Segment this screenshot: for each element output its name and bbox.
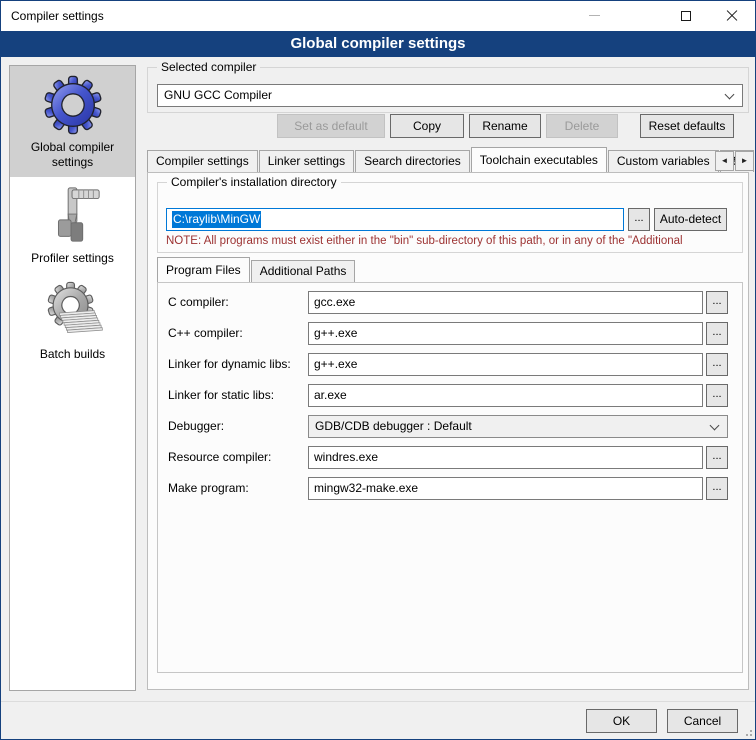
minimize-button[interactable] xyxy=(571,1,617,30)
toolchain-executables-panel: Compiler's installation directory C:\ray… xyxy=(147,172,749,690)
field-row-resource-compiler: Resource compiler: windres.exe ... xyxy=(158,446,742,469)
static-linker-input[interactable]: ar.exe xyxy=(308,384,703,407)
field-label: C compiler: xyxy=(168,291,308,314)
tab-additional-paths[interactable]: Additional Paths xyxy=(251,260,356,282)
directory-note: NOTE: All programs must exist either in … xyxy=(166,234,738,248)
c-compiler-browse-button[interactable]: ... xyxy=(706,291,728,314)
field-label: Resource compiler: xyxy=(168,446,308,469)
sidebar-item-batch-builds[interactable]: Batch builds xyxy=(10,273,135,369)
program-files-panel: C compiler: gcc.exe ... C++ compiler: g+… xyxy=(157,282,743,673)
close-icon xyxy=(726,10,738,22)
sidebar-item-label: Batch builds xyxy=(12,347,133,362)
compiler-select-value: GNU GCC Compiler xyxy=(164,88,272,102)
sidebar-item-profiler-settings[interactable]: Profiler settings xyxy=(10,177,135,273)
cancel-button[interactable]: Cancel xyxy=(667,709,738,733)
settings-tabstrip: Compiler settingsLinker settingsSearch d… xyxy=(147,150,755,173)
field-value: mingw32-make.exe xyxy=(314,481,418,495)
auto-detect-button[interactable]: Auto-detect xyxy=(654,208,727,231)
field-row-c-compiler: C compiler: gcc.exe ... xyxy=(158,291,742,314)
field-row-make-program: Make program: mingw32-make.exe ... xyxy=(158,477,742,500)
browse-directory-button[interactable]: ... xyxy=(628,208,650,231)
field-label: Linker for dynamic libs: xyxy=(168,353,308,376)
sidebar-item-label: Global compiler settings xyxy=(12,140,133,170)
c-compiler-input[interactable]: gcc.exe xyxy=(308,291,703,314)
field-value: ar.exe xyxy=(314,388,347,402)
rename-button[interactable]: Rename xyxy=(469,114,541,138)
caliper-icon xyxy=(42,185,104,247)
make-program-input[interactable]: mingw32-make.exe xyxy=(308,477,703,500)
cpp-compiler-browse-button[interactable]: ... xyxy=(706,322,728,345)
static-linker-browse-button[interactable]: ... xyxy=(706,384,728,407)
maximize-button[interactable] xyxy=(663,1,709,30)
tab-scroll-left-button[interactable]: ◄ xyxy=(715,151,734,171)
tab-scroll-buttons: ◄ ► xyxy=(714,151,754,171)
tab-scroll-left-icon: ◄ xyxy=(721,156,729,165)
field-row-dynamic-linker: Linker for dynamic libs: g++.exe ... xyxy=(158,353,742,376)
selected-compiler-legend: Selected compiler xyxy=(157,60,260,75)
delete-button[interactable]: Delete xyxy=(546,114,618,138)
field-row-cpp-compiler: C++ compiler: g++.exe ... xyxy=(158,322,742,345)
chevron-down-icon xyxy=(725,90,735,100)
tab-scroll-right-button[interactable]: ► xyxy=(735,151,754,171)
tab-custom-variables[interactable]: Custom variables xyxy=(608,150,719,172)
installation-directory-legend: Compiler's installation directory xyxy=(167,175,341,190)
close-button[interactable] xyxy=(709,1,755,30)
field-label: Linker for static libs: xyxy=(168,384,308,407)
field-row-static-linker: Linker for static libs: ar.exe ... xyxy=(158,384,742,407)
installation-directory-group: Compiler's installation directory C:\ray… xyxy=(157,182,743,253)
copy-button[interactable]: Copy xyxy=(390,114,464,138)
compiler-actions: Set as default Copy Rename Delete Reset … xyxy=(1,114,734,138)
resource-compiler-browse-button[interactable]: ... xyxy=(706,446,728,469)
installation-directory-input[interactable]: C:\raylib\MinGW xyxy=(166,208,624,231)
field-value: g++.exe xyxy=(314,357,357,371)
program-files-tabstrip: Program FilesAdditional Paths xyxy=(157,260,356,283)
maximize-icon xyxy=(681,11,691,21)
tab-search-directories[interactable]: Search directories xyxy=(355,150,470,172)
settings-category-list: Global compiler settings Profiler settin… xyxy=(9,65,136,691)
selected-compiler-group: Selected compiler GNU GCC Compiler xyxy=(147,67,749,113)
dynamic-linker-input[interactable]: g++.exe xyxy=(308,353,703,376)
tab-toolchain-executables[interactable]: Toolchain executables xyxy=(471,147,607,172)
compiler-select[interactable]: GNU GCC Compiler xyxy=(157,84,743,107)
window-title: Compiler settings xyxy=(11,1,104,31)
cpp-compiler-input[interactable]: g++.exe xyxy=(308,322,703,345)
field-value: gcc.exe xyxy=(314,295,355,309)
make-program-browse-button[interactable]: ... xyxy=(706,477,728,500)
footer-divider xyxy=(1,701,755,702)
installation-directory-value: C:\raylib\MinGW xyxy=(172,211,261,228)
ok-button[interactable]: OK xyxy=(586,709,657,733)
dynamic-linker-browse-button[interactable]: ... xyxy=(706,353,728,376)
tab-program-files[interactable]: Program Files xyxy=(157,257,250,282)
minimize-icon xyxy=(589,15,600,16)
debugger-select[interactable]: GDB/CDB debugger : Default xyxy=(308,415,728,438)
debugger-select-value: GDB/CDB debugger : Default xyxy=(315,419,472,433)
resize-grip[interactable] xyxy=(742,726,752,736)
tab-compiler-settings[interactable]: Compiler settings xyxy=(147,150,258,172)
page-title: Global compiler settings xyxy=(1,31,755,57)
tab-scroll-right-icon: ► xyxy=(741,156,749,165)
tab-linker-settings[interactable]: Linker settings xyxy=(259,150,354,172)
field-label: Make program: xyxy=(168,477,308,500)
gray-gear-stack-icon xyxy=(42,281,104,343)
resource-compiler-input[interactable]: windres.exe xyxy=(308,446,703,469)
set-as-default-button[interactable]: Set as default xyxy=(277,114,385,138)
compiler-settings-dialog: Compiler settings Global compiler settin… xyxy=(0,0,756,740)
chevron-down-icon xyxy=(710,421,720,431)
field-value: windres.exe xyxy=(314,450,378,464)
titlebar[interactable]: Compiler settings xyxy=(1,1,755,31)
field-row-debugger: Debugger: GDB/CDB debugger : Default xyxy=(158,415,742,438)
field-value: g++.exe xyxy=(314,326,357,340)
field-label: C++ compiler: xyxy=(168,322,308,345)
sidebar-item-label: Profiler settings xyxy=(12,251,133,266)
reset-defaults-button[interactable]: Reset defaults xyxy=(640,114,734,138)
field-label: Debugger: xyxy=(168,415,308,438)
